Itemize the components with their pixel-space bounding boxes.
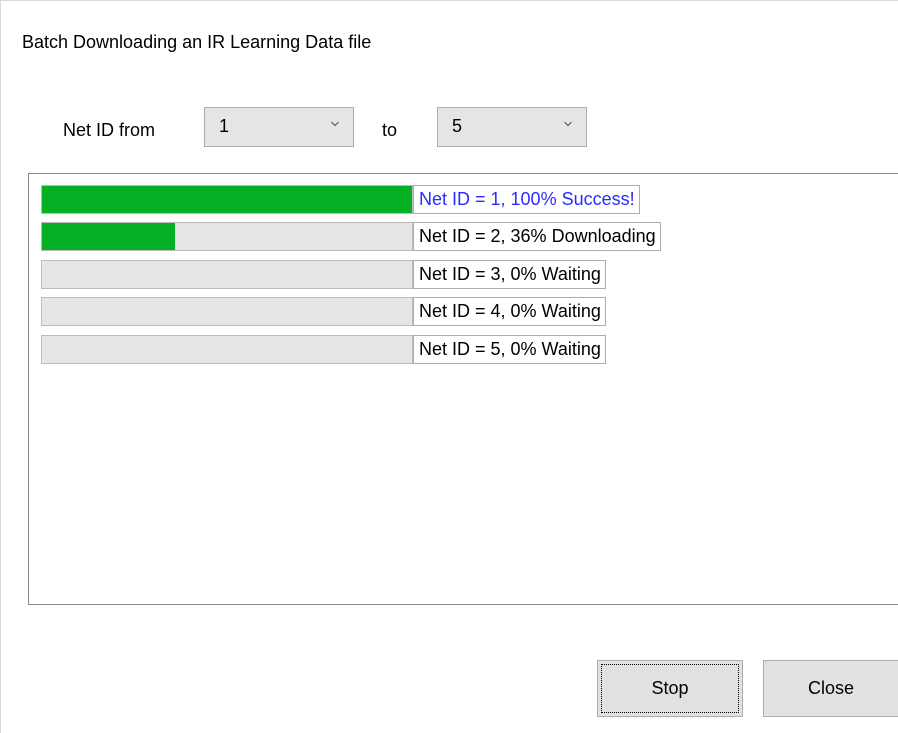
net-id-to-dropdown[interactable]: 5 <box>437 107 587 147</box>
progress-bar-fill <box>42 186 412 213</box>
progress-bar <box>41 260 413 289</box>
window-left-border <box>0 0 1 733</box>
progress-status-text: Net ID = 3, 0% Waiting <box>413 260 606 289</box>
batch-download-dialog: Batch Downloading an IR Learning Data fi… <box>0 0 898 733</box>
progress-status-text: Net ID = 2, 36% Downloading <box>413 222 661 251</box>
net-id-to-label: to <box>382 120 398 140</box>
progress-bar-fill <box>42 223 176 250</box>
download-progress-list: Net ID = 1, 100% Success! Net ID = 2, 36… <box>28 173 898 605</box>
window-top-border <box>0 0 898 1</box>
dialog-title: Batch Downloading an IR Learning Data fi… <box>22 32 372 52</box>
chevron-down-icon <box>331 121 339 127</box>
progress-bar <box>41 297 413 326</box>
chevron-down-icon <box>564 121 572 127</box>
progress-bar <box>41 335 413 364</box>
progress-status-text: Net ID = 4, 0% Waiting <box>413 297 606 326</box>
net-id-from-value: 1 <box>219 116 230 136</box>
net-id-from-dropdown[interactable]: 1 <box>204 107 354 147</box>
progress-status-text: Net ID = 5, 0% Waiting <box>413 335 606 364</box>
net-id-from-label: Net ID from <box>63 120 156 140</box>
stop-button-label: Stop <box>651 678 689 698</box>
close-button[interactable]: Close <box>763 660 898 717</box>
close-button-label: Close <box>807 678 855 698</box>
net-id-to-value: 5 <box>452 116 463 136</box>
progress-bar <box>41 185 413 214</box>
progress-status-text: Net ID = 1, 100% Success! <box>413 185 640 214</box>
progress-bar <box>41 222 413 251</box>
stop-button[interactable]: Stop <box>597 660 743 717</box>
